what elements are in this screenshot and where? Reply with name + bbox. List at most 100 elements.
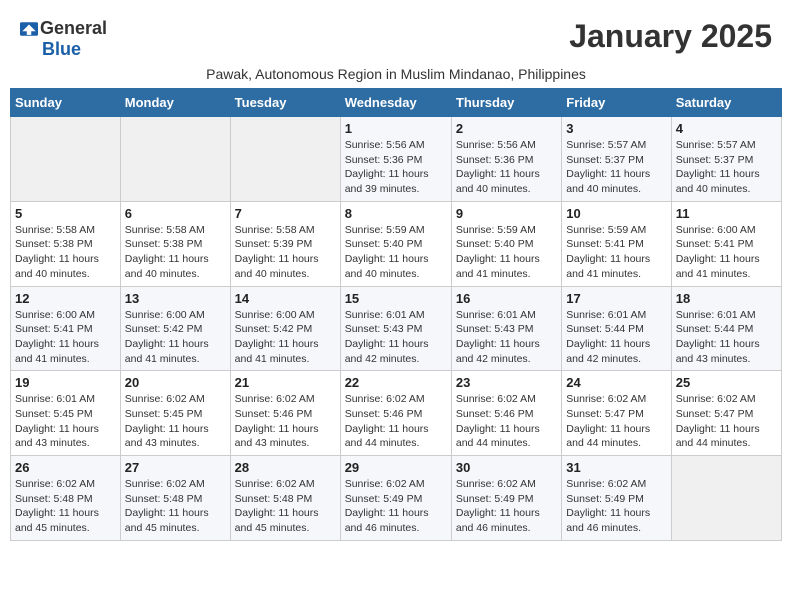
- column-header-saturday: Saturday: [671, 89, 781, 117]
- calendar-cell: 22 Sunrise: 6:02 AMSunset: 5:46 PMDayligh…: [340, 371, 451, 456]
- day-info: Sunrise: 6:02 AMSunset: 5:46 PMDaylight:…: [456, 392, 557, 451]
- calendar-cell: 27 Sunrise: 6:02 AMSunset: 5:48 PMDayligh…: [120, 456, 230, 541]
- calendar-cell: 6 Sunrise: 5:58 AMSunset: 5:38 PMDaylight…: [120, 201, 230, 286]
- day-info: Sunrise: 6:01 AMSunset: 5:45 PMDaylight:…: [15, 392, 116, 451]
- day-info: Sunrise: 5:56 AMSunset: 5:36 PMDaylight:…: [345, 138, 447, 197]
- day-info: Sunrise: 6:00 AMSunset: 5:41 PMDaylight:…: [15, 308, 116, 367]
- day-number: 26: [15, 460, 116, 475]
- logo-blue: Blue: [42, 39, 81, 60]
- calendar-cell: 13Sunrise: 6:00 AMSunset: 5:42 PMDayligh…: [120, 286, 230, 371]
- day-info: Sunrise: 5:59 AMSunset: 5:40 PMDaylight:…: [345, 223, 447, 282]
- calendar-cell: 5 Sunrise: 5:58 AMSunset: 5:38 PMDaylight…: [11, 201, 121, 286]
- day-number: 15: [345, 291, 447, 306]
- day-info: Sunrise: 6:00 AMSunset: 5:42 PMDaylight:…: [235, 308, 336, 367]
- day-number: 30: [456, 460, 557, 475]
- day-number: 4: [676, 121, 777, 136]
- day-number: 29: [345, 460, 447, 475]
- day-info: Sunrise: 6:02 AMSunset: 5:49 PMDaylight:…: [345, 477, 447, 536]
- day-info: Sunrise: 6:01 AMSunset: 5:44 PMDaylight:…: [566, 308, 666, 367]
- day-number: 20: [125, 375, 226, 390]
- column-header-thursday: Thursday: [451, 89, 561, 117]
- calendar-cell: 2 Sunrise: 5:56 AMSunset: 5:36 PMDaylight…: [451, 117, 561, 202]
- day-number: 22: [345, 375, 447, 390]
- day-number: 12: [15, 291, 116, 306]
- calendar-cell: 9Sunrise: 5:59 AMSunset: 5:40 PMDaylight…: [451, 201, 561, 286]
- day-info: Sunrise: 6:00 AMSunset: 5:41 PMDaylight:…: [676, 223, 777, 282]
- day-info: Sunrise: 6:02 AMSunset: 5:47 PMDaylight:…: [566, 392, 666, 451]
- day-info: Sunrise: 5:58 AMSunset: 5:38 PMDaylight:…: [15, 223, 116, 282]
- day-info: Sunrise: 5:58 AMSunset: 5:38 PMDaylight:…: [125, 223, 226, 282]
- day-info: Sunrise: 5:57 AMSunset: 5:37 PMDaylight:…: [566, 138, 666, 197]
- day-number: 7: [235, 206, 336, 221]
- day-number: 24: [566, 375, 666, 390]
- calendar-cell: 15 Sunrise: 6:01 AMSunset: 5:43 PMDayligh…: [340, 286, 451, 371]
- day-number: 31: [566, 460, 666, 475]
- day-info: Sunrise: 6:01 AMSunset: 5:43 PMDaylight:…: [345, 308, 447, 367]
- calendar-cell: 20 Sunrise: 6:02 AMSunset: 5:45 PMDayligh…: [120, 371, 230, 456]
- day-number: 19: [15, 375, 116, 390]
- calendar-cell: [230, 117, 340, 202]
- day-number: 25: [676, 375, 777, 390]
- calendar-cell: 28Sunrise: 6:02 AMSunset: 5:48 PMDayligh…: [230, 456, 340, 541]
- calendar-cell: 30Sunrise: 6:02 AMSunset: 5:49 PMDayligh…: [451, 456, 561, 541]
- day-number: 3: [566, 121, 666, 136]
- day-number: 9: [456, 206, 557, 221]
- logo-general: General: [40, 18, 107, 39]
- calendar-cell: 12 Sunrise: 6:00 AMSunset: 5:41 PMDayligh…: [11, 286, 121, 371]
- calendar-cell: 10 Sunrise: 5:59 AMSunset: 5:41 PMDayligh…: [562, 201, 671, 286]
- calendar-cell: [11, 117, 121, 202]
- day-info: Sunrise: 6:02 AMSunset: 5:45 PMDaylight:…: [125, 392, 226, 451]
- calendar-cell: 25 Sunrise: 6:02 AMSunset: 5:47 PMDayligh…: [671, 371, 781, 456]
- day-info: Sunrise: 6:02 AMSunset: 5:47 PMDaylight:…: [676, 392, 777, 451]
- day-info: Sunrise: 6:02 AMSunset: 5:48 PMDaylight:…: [235, 477, 336, 536]
- calendar-cell: 31 Sunrise: 6:02 AMSunset: 5:49 PMDayligh…: [562, 456, 671, 541]
- day-number: 1: [345, 121, 447, 136]
- calendar-cell: 18 Sunrise: 6:01 AMSunset: 5:44 PMDayligh…: [671, 286, 781, 371]
- calendar-cell: 8 Sunrise: 5:59 AMSunset: 5:40 PMDaylight…: [340, 201, 451, 286]
- calendar-cell: 24 Sunrise: 6:02 AMSunset: 5:47 PMDayligh…: [562, 371, 671, 456]
- day-info: Sunrise: 6:01 AMSunset: 5:44 PMDaylight:…: [676, 308, 777, 367]
- day-info: Sunrise: 6:02 AMSunset: 5:46 PMDaylight:…: [345, 392, 447, 451]
- calendar-cell: 14 Sunrise: 6:00 AMSunset: 5:42 PMDayligh…: [230, 286, 340, 371]
- day-number: 14: [235, 291, 336, 306]
- month-title: January 2025: [569, 18, 772, 55]
- logo: General Blue: [20, 18, 107, 60]
- calendar-cell: 4Sunrise: 5:57 AMSunset: 5:37 PMDaylight…: [671, 117, 781, 202]
- day-info: Sunrise: 5:59 AMSunset: 5:41 PMDaylight:…: [566, 223, 666, 282]
- day-number: 6: [125, 206, 226, 221]
- calendar-cell: 26Sunrise: 6:02 AMSunset: 5:48 PMDayligh…: [11, 456, 121, 541]
- day-number: 18: [676, 291, 777, 306]
- header: General Blue January 2025: [10, 10, 782, 64]
- day-number: 13: [125, 291, 226, 306]
- day-info: Sunrise: 6:02 AMSunset: 5:46 PMDaylight:…: [235, 392, 336, 451]
- day-number: 2: [456, 121, 557, 136]
- calendar-cell: 23Sunrise: 6:02 AMSunset: 5:46 PMDayligh…: [451, 371, 561, 456]
- column-header-tuesday: Tuesday: [230, 89, 340, 117]
- calendar-cell: 19 Sunrise: 6:01 AMSunset: 5:45 PMDayligh…: [11, 371, 121, 456]
- calendar-cell: 7 Sunrise: 5:58 AMSunset: 5:39 PMDaylight…: [230, 201, 340, 286]
- column-header-monday: Monday: [120, 89, 230, 117]
- day-number: 10: [566, 206, 666, 221]
- day-number: 27: [125, 460, 226, 475]
- day-number: 11: [676, 206, 777, 221]
- logo-icon: [20, 20, 38, 38]
- calendar-cell: 29 Sunrise: 6:02 AMSunset: 5:49 PMDayligh…: [340, 456, 451, 541]
- calendar-cell: [120, 117, 230, 202]
- calendar-cell: 16Sunrise: 6:01 AMSunset: 5:43 PMDayligh…: [451, 286, 561, 371]
- day-info: Sunrise: 6:02 AMSunset: 5:49 PMDaylight:…: [566, 477, 666, 536]
- calendar-table: SundayMondayTuesdayWednesdayThursdayFrid…: [10, 88, 782, 541]
- day-info: Sunrise: 5:58 AMSunset: 5:39 PMDaylight:…: [235, 223, 336, 282]
- day-number: 17: [566, 291, 666, 306]
- day-number: 21: [235, 375, 336, 390]
- column-header-sunday: Sunday: [11, 89, 121, 117]
- day-info: Sunrise: 5:56 AMSunset: 5:36 PMDaylight:…: [456, 138, 557, 197]
- column-header-wednesday: Wednesday: [340, 89, 451, 117]
- day-number: 5: [15, 206, 116, 221]
- day-info: Sunrise: 6:01 AMSunset: 5:43 PMDaylight:…: [456, 308, 557, 367]
- calendar-cell: 3 Sunrise: 5:57 AMSunset: 5:37 PMDaylight…: [562, 117, 671, 202]
- day-info: Sunrise: 6:02 AMSunset: 5:48 PMDaylight:…: [125, 477, 226, 536]
- day-number: 8: [345, 206, 447, 221]
- column-header-friday: Friday: [562, 89, 671, 117]
- calendar-cell: 11 Sunrise: 6:00 AMSunset: 5:41 PMDayligh…: [671, 201, 781, 286]
- calendar-cell: 21 Sunrise: 6:02 AMSunset: 5:46 PMDayligh…: [230, 371, 340, 456]
